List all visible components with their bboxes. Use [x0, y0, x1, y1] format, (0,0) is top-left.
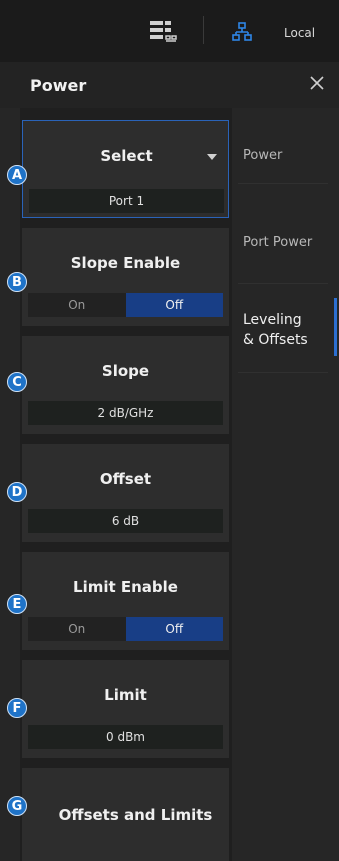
callout-badge-f: F	[7, 698, 27, 718]
offsets-and-limits-softkey[interactable]: Offsets and Limits	[22, 768, 229, 861]
slope-label: Slope	[101, 362, 150, 380]
active-menu-indicator	[334, 298, 337, 356]
menu-item-power[interactable]: Power	[243, 148, 282, 163]
limit-value[interactable]: 0 dBm	[28, 725, 223, 749]
top-toolbar: Local	[0, 0, 339, 62]
callout-badge-g: G	[7, 796, 27, 816]
menu-divider	[238, 283, 328, 284]
limit-enable-label: Limit Enable	[73, 578, 178, 596]
menu-divider	[238, 183, 328, 184]
menu-item-port-power[interactable]: Port Power	[243, 235, 312, 250]
port-select-value[interactable]: Port 1	[29, 189, 224, 213]
chevron-down-icon[interactable]	[207, 154, 217, 161]
select-softkey[interactable]: Select Port 1	[22, 120, 229, 218]
callout-badge-c: C	[7, 372, 27, 392]
menu-item-leveling-offsets[interactable]: Leveling & Offsets	[243, 310, 308, 350]
limit-enable-on[interactable]: On	[28, 617, 126, 641]
slope-enable-off[interactable]: Off	[125, 293, 223, 317]
callout-badge-e: E	[7, 594, 27, 614]
display-link-icon[interactable]	[149, 20, 179, 44]
offset-softkey[interactable]: Offset 6 dB	[22, 444, 229, 542]
offset-label: Offset	[99, 470, 152, 488]
offsets-and-limits-label: Offsets and Limits	[58, 806, 213, 824]
callout-badge-a: A	[7, 165, 27, 185]
limit-softkey[interactable]: Limit 0 dBm	[22, 660, 229, 758]
menu-divider	[238, 372, 328, 373]
limit-enable-softkey: Limit Enable On Off	[22, 552, 229, 650]
limit-enable-toggle[interactable]: On Off	[28, 617, 223, 641]
callout-badge-b: B	[7, 272, 27, 292]
slope-enable-softkey: Slope Enable On Off	[22, 228, 229, 326]
close-icon[interactable]	[309, 75, 325, 91]
slope-softkey[interactable]: Slope 2 dB/GHz	[22, 336, 229, 434]
panel-header: Power	[0, 62, 339, 108]
slope-enable-toggle[interactable]: On Off	[28, 293, 223, 317]
slope-enable-label: Slope Enable	[70, 254, 181, 272]
select-label: Select	[100, 147, 153, 165]
panel-title: Power	[30, 76, 87, 95]
limit-enable-off[interactable]: Off	[125, 617, 223, 641]
local-status-label[interactable]: Local	[284, 26, 315, 40]
limit-label: Limit	[104, 686, 147, 704]
network-icon[interactable]	[232, 22, 252, 42]
callout-badge-d: D	[7, 482, 27, 502]
offset-value[interactable]: 6 dB	[28, 509, 223, 533]
slope-enable-on[interactable]: On	[28, 293, 126, 317]
toolbar-separator	[203, 16, 204, 44]
slope-value[interactable]: 2 dB/GHz	[28, 401, 223, 425]
